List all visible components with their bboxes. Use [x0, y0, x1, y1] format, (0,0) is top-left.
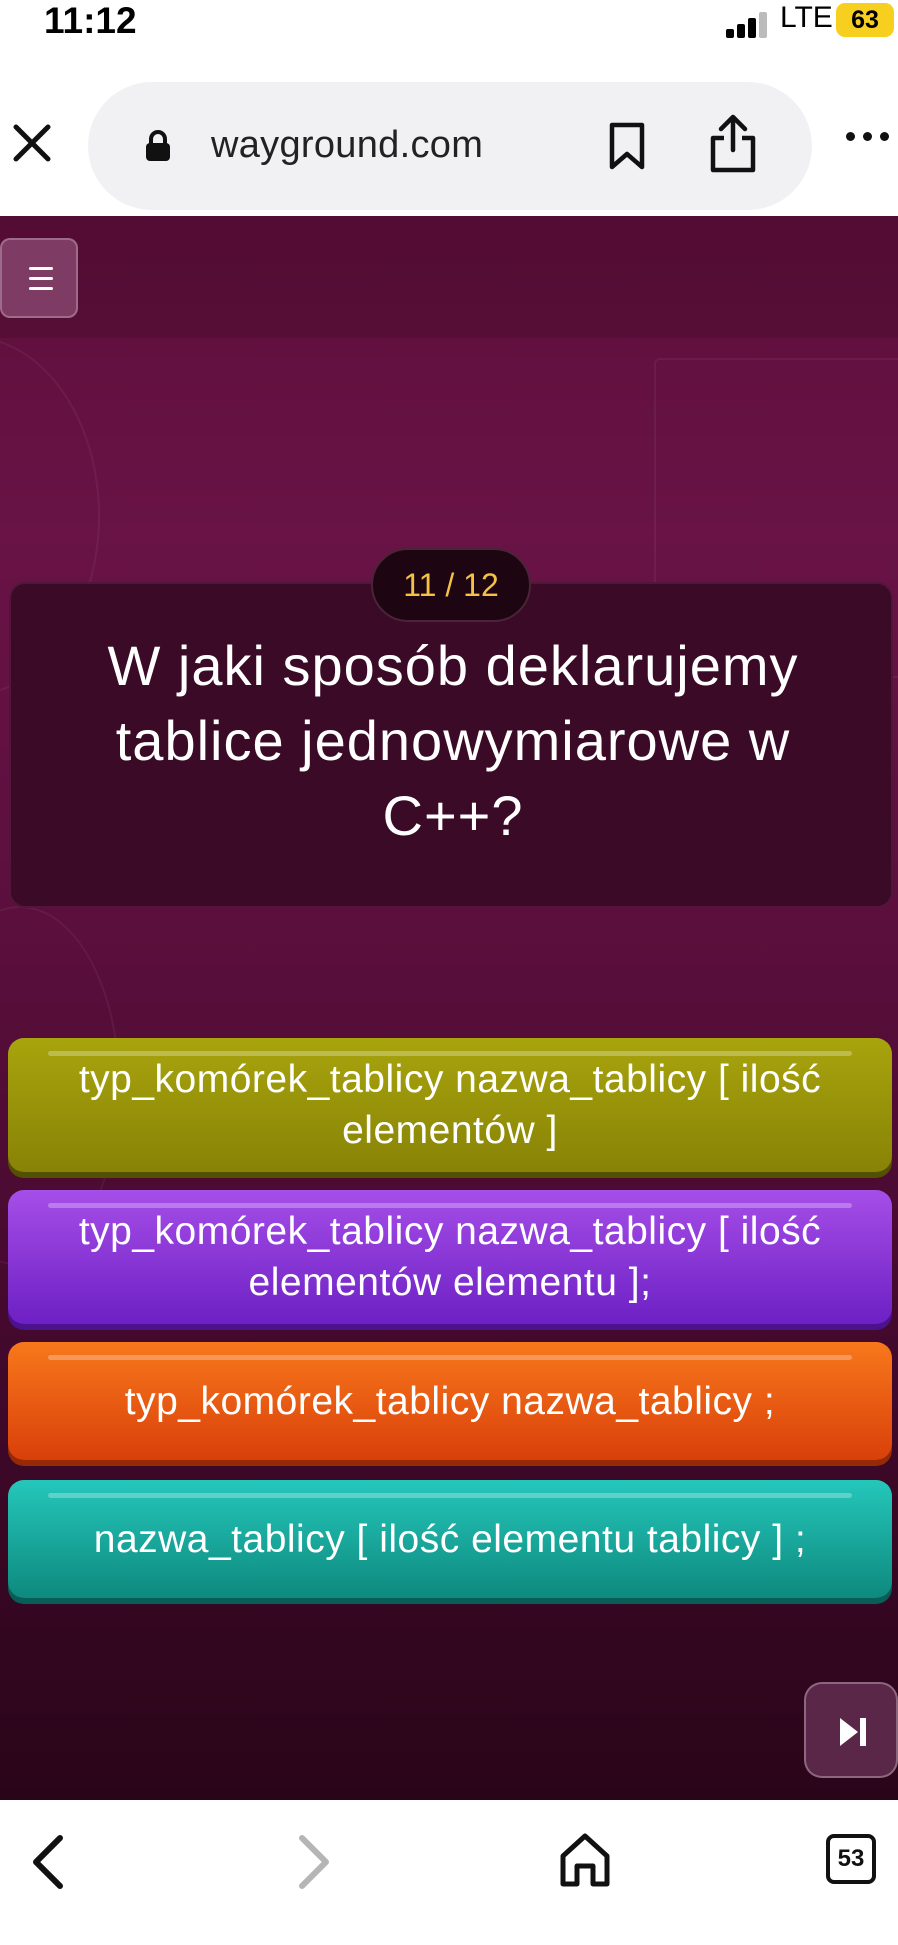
- question-card: W jaki sposób deklarujemy tablice jednow…: [9, 582, 893, 908]
- bookmark-icon[interactable]: [608, 122, 646, 170]
- back-icon[interactable]: [28, 1830, 68, 1894]
- answer-option-1[interactable]: typ_komórek_tablicy nazwa_tablicy [ iloś…: [8, 1038, 892, 1172]
- quiz-area: 11 / 12 W jaki sposób deklarujemy tablic…: [0, 216, 898, 1800]
- hamburger-icon: [29, 267, 53, 270]
- browser-toolbar: wayground.com: [0, 56, 898, 216]
- url-text: wayground.com: [211, 124, 484, 166]
- question-counter: 11 / 12: [371, 548, 531, 622]
- home-icon[interactable]: [558, 1832, 612, 1888]
- skip-button[interactable]: [804, 1682, 898, 1778]
- status-time: 11:12: [44, 0, 137, 41]
- answer-option-2[interactable]: typ_komórek_tablicy nazwa_tablicy [ iloś…: [8, 1190, 892, 1324]
- skip-forward-icon: [840, 1718, 866, 1746]
- tabs-icon[interactable]: 53: [826, 1834, 876, 1884]
- close-icon[interactable]: [10, 121, 54, 165]
- menu-button[interactable]: [0, 238, 78, 318]
- battery-indicator: 63: [836, 3, 894, 37]
- question-text: W jaki sposób deklarujemy tablice jednow…: [107, 634, 799, 847]
- forward-icon[interactable]: [294, 1830, 334, 1894]
- network-type: LTE: [780, 1, 833, 34]
- signal-icon: [726, 12, 768, 38]
- answer-option-3[interactable]: typ_komórek_tablicy nazwa_tablicy ;: [8, 1342, 892, 1460]
- status-bar: 11:12 LTE 63: [0, 0, 898, 56]
- answer-option-4[interactable]: nazwa_tablicy [ ilość elementu tablicy ]…: [8, 1480, 892, 1598]
- more-icon[interactable]: [846, 132, 890, 144]
- lock-icon: [144, 130, 172, 162]
- address-bar[interactable]: wayground.com: [88, 82, 812, 210]
- share-icon[interactable]: [708, 114, 758, 174]
- quiz-header-band: [0, 216, 898, 338]
- browser-bottom-bar: 53: [0, 1800, 898, 1945]
